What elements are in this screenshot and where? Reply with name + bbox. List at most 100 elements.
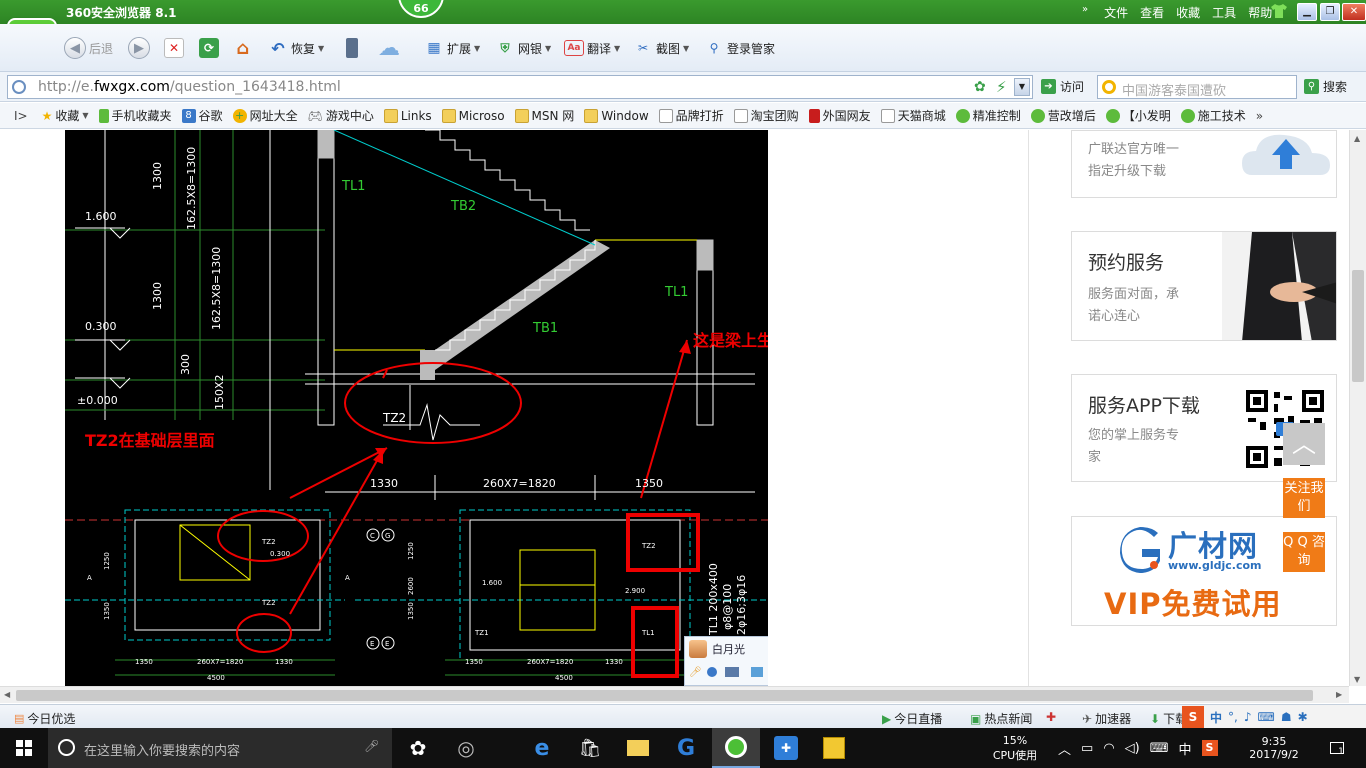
appointment-card[interactable]: 预约服务 服务面对面，承 诺心连心 xyxy=(1071,231,1337,341)
home-button[interactable]: ⌂ xyxy=(233,36,253,60)
bookmark-foreign[interactable]: 外国网友 xyxy=(808,107,871,124)
bookmark-sites[interactable]: + 网址大全 xyxy=(232,107,298,124)
clock[interactable]: 9:35 2017/9/2 xyxy=(1244,728,1304,768)
start-button[interactable] xyxy=(0,728,48,768)
screen-icon[interactable] xyxy=(725,667,739,677)
minimize-button[interactable]: ▁ xyxy=(1297,3,1317,21)
cortana-app[interactable]: ◎ xyxy=(442,728,490,768)
bookmark-google[interactable]: 8 谷歌 xyxy=(181,107,223,124)
screenshot-button[interactable]: ✂ 截图 ▼ xyxy=(633,36,689,60)
sogou-tray-icon[interactable]: S xyxy=(1201,740,1218,756)
back-button[interactable]: ◀ 后退 xyxy=(64,36,113,60)
notes-app[interactable] xyxy=(810,728,858,768)
mic-icon[interactable]: ♪ xyxy=(1244,710,1252,724)
follow-us-button[interactable]: 关注我们 xyxy=(1283,478,1325,518)
ime-indicator[interactable]: 中 xyxy=(1179,739,1192,758)
chat-popup[interactable]: 白月光 🎤︎ xyxy=(684,636,768,686)
glodon-app[interactable]: G xyxy=(662,728,710,768)
folder-icon[interactable] xyxy=(751,667,763,677)
back-to-top-button[interactable]: ︿ xyxy=(1283,423,1325,465)
today-pick-button[interactable]: ▤ 今日优选 xyxy=(14,710,75,727)
scroll-right-icon[interactable]: ▶ xyxy=(1336,690,1342,699)
cpu-meter[interactable]: 15% CPU使用 xyxy=(990,728,1040,768)
toolbox-icon[interactable]: ✱ xyxy=(1298,710,1308,724)
stop-button[interactable]: ✕ xyxy=(164,36,184,60)
battery-icon[interactable]: ▭ xyxy=(1081,741,1093,756)
task-view-app[interactable]: ✿ xyxy=(394,728,442,768)
keyboard-icon[interactable]: ⌨ xyxy=(1258,710,1275,724)
menu-file[interactable]: 文件 xyxy=(1104,4,1128,21)
qq-consult-button[interactable]: Q Q 咨询 xyxy=(1283,532,1325,572)
ime-mode[interactable]: 中 xyxy=(1210,709,1222,726)
menu-favorites[interactable]: 收藏 xyxy=(1176,4,1200,21)
refresh-button[interactable]: ⟳ xyxy=(199,36,219,60)
skin-icon[interactable] xyxy=(1271,4,1287,18)
scroll-thumb[interactable] xyxy=(16,690,1313,701)
skin-icon[interactable]: ☗ xyxy=(1281,710,1292,724)
bookmark-brand[interactable]: 品牌打折 xyxy=(658,107,724,124)
keyboard-icon[interactable]: ⌨ xyxy=(1150,741,1169,756)
bookmark-invention[interactable]: 【小发明 xyxy=(1105,107,1171,124)
bookmark-vat[interactable]: 营改增后 xyxy=(1030,107,1096,124)
bookmark-favorites[interactable]: ★ 收藏 ▼ xyxy=(42,107,89,124)
page-info-icon[interactable] xyxy=(12,80,26,94)
mic-icon[interactable]: 🎤︎ xyxy=(364,739,379,753)
taskbar-search-input[interactable]: 在这里输入你要搜索的内容 🎤︎ xyxy=(48,728,392,768)
bank-button[interactable]: ⛨ 网银 ▼ xyxy=(495,36,551,60)
url-text[interactable]: http://e.fwxgx.com/question_1643418.html xyxy=(38,79,341,95)
punct-icon[interactable]: °, xyxy=(1228,710,1238,724)
mic-icon[interactable]: 🎤︎ xyxy=(689,667,702,678)
restore-button[interactable]: ❐ xyxy=(1320,3,1340,21)
bookmark-links[interactable]: Links xyxy=(383,108,432,123)
scroll-up-icon[interactable]: ▲ xyxy=(1354,134,1360,143)
compat-mode-icon[interactable]: ✿ xyxy=(974,79,986,95)
bookmark-mobile[interactable]: 手机收藏夹 xyxy=(98,107,172,124)
search-button[interactable]: ⚲ 搜索 xyxy=(1304,78,1347,95)
upgrade-card[interactable]: 广联达官方唯一 指定升级下载 xyxy=(1071,130,1337,198)
extend-button[interactable]: ▦ 扩展 ▼ xyxy=(424,36,480,60)
alert-icon[interactable]: ✚ xyxy=(1046,710,1056,724)
status-icon[interactable] xyxy=(707,667,717,677)
bookmark-windows[interactable]: Window xyxy=(584,108,649,123)
bookmark-games[interactable]: 🎮︎ 游戏中心 xyxy=(308,107,374,124)
mobile-button[interactable] xyxy=(346,36,358,60)
volume-icon[interactable]: ◁) xyxy=(1125,741,1140,756)
search-input[interactable]: 中国游客泰国遭砍 xyxy=(1097,75,1297,99)
qq-app[interactable]: ✚ xyxy=(762,728,810,768)
sidebar-toggle-icon[interactable]: I> xyxy=(14,109,28,123)
bookmark-construction[interactable]: 施工技术 xyxy=(1180,107,1246,124)
url-dropdown-icon[interactable]: ▼ xyxy=(1014,78,1030,96)
visit-button[interactable]: ➔ 访问 xyxy=(1041,78,1084,95)
hot-news-button[interactable]: ▣ 热点新闻 xyxy=(970,710,1032,727)
address-bar[interactable]: http://e.fwxgx.com/question_1643418.html… xyxy=(7,75,1033,99)
explorer-app[interactable] xyxy=(614,728,662,768)
scroll-left-icon[interactable]: ◀ xyxy=(4,690,10,699)
translate-button[interactable]: Aa 翻译 ▼ xyxy=(564,36,620,60)
bookmark-msn[interactable]: MSN 网 xyxy=(514,107,574,124)
more-bookmarks-icon[interactable]: » xyxy=(1256,109,1263,123)
scroll-thumb[interactable] xyxy=(1352,270,1364,382)
menu-tools[interactable]: 工具 xyxy=(1212,4,1236,21)
bookmark-precise[interactable]: 精准控制 xyxy=(955,107,1021,124)
bookmark-taobao[interactable]: 淘宝团购 xyxy=(733,107,799,124)
vertical-scrollbar[interactable]: ▲ ▼ xyxy=(1349,130,1366,686)
menu-collapse-icon[interactable]: » xyxy=(1082,4,1088,21)
edge-app[interactable]: e xyxy=(518,728,566,768)
close-button[interactable]: ✕ xyxy=(1342,3,1366,21)
search-engine-icon[interactable] xyxy=(1102,80,1116,94)
restore-session-button[interactable]: ↶ 恢复 ▼ xyxy=(268,36,324,60)
cloud-button[interactable]: ☁ xyxy=(378,36,400,61)
menu-view[interactable]: 查看 xyxy=(1140,4,1164,21)
wifi-icon[interactable]: ◠ xyxy=(1103,741,1114,756)
bookmark-tmall[interactable]: 天猫商城 xyxy=(880,107,946,124)
ime-toolbar[interactable]: S 中 °, ♪ ⌨ ☗ ✱ xyxy=(1182,705,1366,729)
store-app[interactable]: 🛍︎ xyxy=(566,728,614,768)
speed-mode-icon[interactable]: ⚡ xyxy=(996,78,1007,96)
bookmark-microsoft[interactable]: Microso xyxy=(441,108,505,123)
level-badge[interactable]: 66 xyxy=(398,0,444,18)
chevron-up-icon[interactable]: ︿ xyxy=(1058,739,1071,758)
menu-help[interactable]: 帮助 xyxy=(1248,4,1272,21)
forward-button[interactable]: ▶ xyxy=(128,36,150,60)
login-manager-button[interactable]: ⚲ 登录管家 xyxy=(704,36,775,60)
browser-360-app[interactable] xyxy=(712,728,760,768)
